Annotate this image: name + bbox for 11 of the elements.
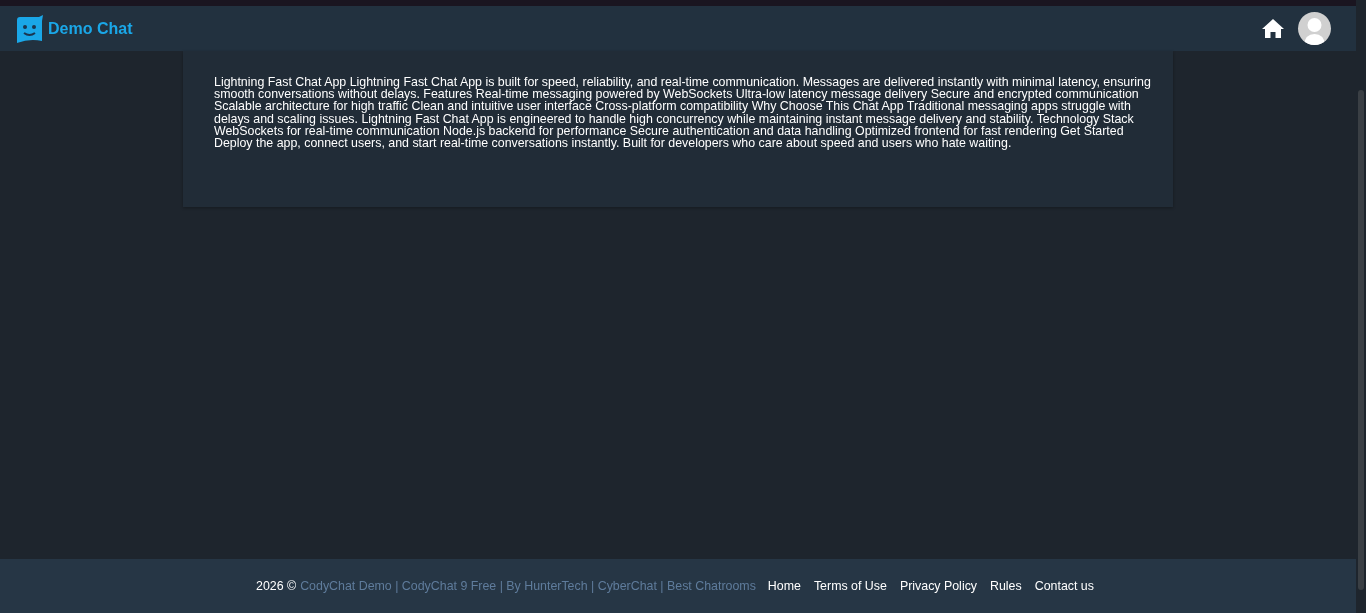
description-text: Lightning Fast Chat App Lightning Fast Chat App is built for speed, reliability, and real-time communication. Messages are delivered instantly with minimal latency, ensuring smooth conversations without delays. Features Real-time messaging powered by WebSockets Ultra-low latency message delivery Secure and encrypted communication Scalable architecture for high traffic Clean and intuitive user interface Cross-platform compatibility Why Choose This Chat App Traditional messaging apps struggle with delays and scaling issues. Lightning Fast Chat App is engineered to handle high concurrency while maintaining instant message delivery and stability. Technology Stack WebSockets for real-time communication Node.js backend for performance Secure authentication and data handling Optimized frontend for fast rendering Get Started Deploy the app, connect users, and start real-time conversations instantly. Built for developers who care about speed and users who hate waiting.	[214, 76, 1151, 150]
footer-link[interactable]: Contact us	[1034, 579, 1094, 593]
logo-text[interactable]: Demo Chat	[48, 19, 133, 38]
home-icon[interactable]	[1262, 19, 1284, 38]
smiling-bubble-icon	[16, 13, 44, 44]
copyright-text: 2026 ©	[256, 579, 297, 593]
footer-link[interactable]: Rules	[990, 579, 1022, 593]
avatar-icon[interactable]	[1298, 12, 1331, 45]
footer-link[interactable]: Home	[767, 579, 801, 593]
footer-link[interactable]: Privacy Policy	[899, 579, 978, 593]
footer-link[interactable]: Terms of Use	[813, 579, 887, 593]
